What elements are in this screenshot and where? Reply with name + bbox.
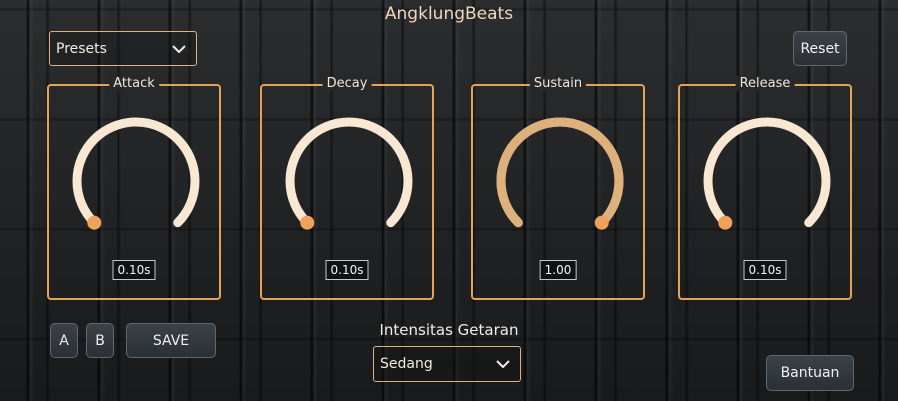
knob-handle[interactable] [87, 215, 102, 230]
knob-handle[interactable] [718, 215, 733, 230]
knob-track [72, 117, 200, 228]
intensity-label: Intensitas Getaran [379, 321, 519, 339]
knob-handle[interactable] [594, 215, 609, 230]
knob-track [703, 117, 831, 228]
help-label: Bantuan [780, 365, 840, 381]
presets-value: Presets [56, 40, 107, 57]
reset-button[interactable]: Reset [793, 31, 847, 66]
knob-panel-attack: Attack 0.10s [47, 76, 221, 300]
help-button[interactable]: Bantuan [766, 355, 854, 391]
knob-value-sustain[interactable]: 1.00 [539, 260, 577, 280]
reset-label: Reset [800, 40, 840, 57]
knob-label-release: Release [735, 76, 795, 91]
app-title: AngklungBeats [384, 4, 514, 24]
knob-attack[interactable] [65, 110, 207, 252]
knob-decay[interactable] [278, 110, 420, 252]
knob-value-attack[interactable]: 0.10s [112, 260, 156, 280]
knob-value-decay[interactable]: 0.10s [325, 260, 369, 280]
knob-release[interactable] [696, 110, 838, 252]
knob-label-decay: Decay [322, 76, 372, 91]
presets-dropdown[interactable]: Presets [49, 31, 197, 66]
knob-track [285, 117, 413, 228]
chevron-down-icon [172, 41, 186, 57]
intensity-dropdown[interactable]: Sedang [373, 346, 521, 382]
knob-handle[interactable] [300, 215, 315, 230]
knob-panel-release: Release 0.10s [678, 76, 852, 300]
knob-fill [496, 117, 624, 228]
knob-panel-sustain: Sustain 1.00 [471, 76, 645, 300]
knob-label-attack: Attack [109, 76, 159, 91]
knob-label-sustain: Sustain [529, 76, 587, 91]
knob-value-release[interactable]: 0.10s [743, 260, 787, 280]
chevron-down-icon [496, 356, 510, 372]
knob-panel-decay: Decay 0.10s [260, 76, 434, 300]
intensity-value: Sedang [380, 356, 433, 372]
knob-sustain[interactable] [489, 110, 631, 252]
